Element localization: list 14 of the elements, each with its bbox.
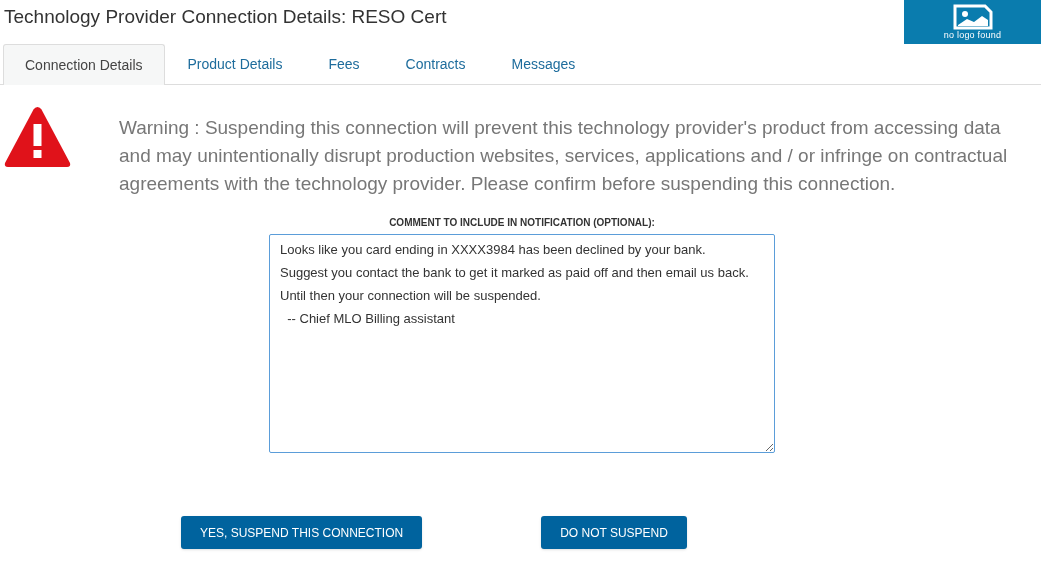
logo-caption: no logo found	[943, 30, 1002, 40]
tab[interactable]: Messages	[488, 44, 599, 84]
action-button[interactable]: DO NOT SUSPEND	[541, 516, 687, 549]
comment-field[interactable]: Looks like you card ending in XXXX3984 has been declined by your bank. Suggest you contact the bank to get it marked as paid off and then email us back. Until then your connection will be suspended. -- Chief MLO Billing assistant	[269, 234, 775, 453]
tab[interactable]: Fees	[305, 44, 383, 84]
comment-label: COMMENT TO INCLUDE IN NOTIFICATION (OPTIONAL):	[389, 216, 655, 230]
warning-message: Warning : Suspending this connection will prevent this technology provider's product from accessing data and may unintentionally disrupt production websites, services, applications and / or infringe on contractual agreements with the technology provider. Please confirm before suspending this connection.	[119, 116, 1009, 196]
image-icon	[951, 4, 994, 30]
page-title: Technology Provider Connection Details: RESO Cert	[3, 5, 447, 29]
action-button[interactable]: YES, SUSPEND THIS CONNECTION	[181, 516, 423, 549]
tab[interactable]: Product Details	[164, 44, 306, 84]
tab[interactable]: Contracts	[382, 44, 489, 84]
warning-icon	[3, 105, 72, 169]
tab[interactable]: Connection Details	[3, 44, 165, 85]
